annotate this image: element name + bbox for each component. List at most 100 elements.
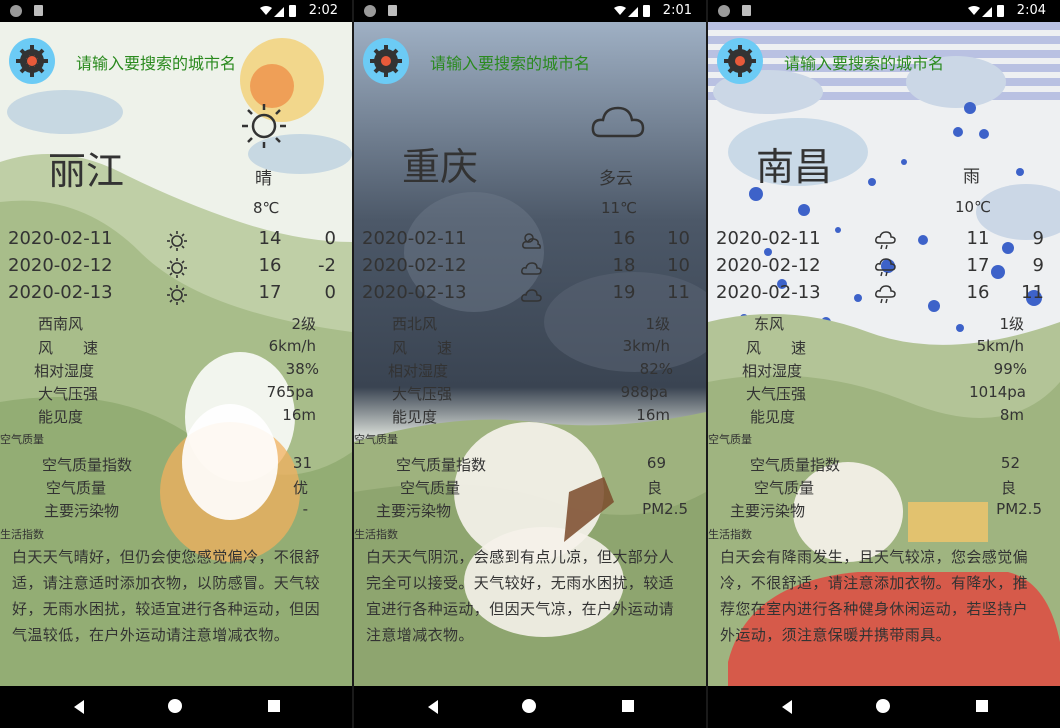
city-search-input[interactable]: 请输入要搜索的城市名 [76, 50, 236, 74]
sd-card-icon [388, 5, 397, 16]
wind-direction-label: 西南风 [38, 315, 84, 333]
recent-apps-icon[interactable] [268, 700, 280, 712]
humidity-value: 38% [285, 360, 319, 378]
air-quality-section-title: 空气质量 [354, 433, 398, 446]
recent-apps-icon[interactable] [976, 700, 988, 712]
city-name: 重庆 [402, 145, 479, 189]
aqi-value: 69 [646, 454, 666, 472]
navigation-bar [354, 686, 706, 728]
clock: 2:02 [308, 3, 338, 18]
sd-card-icon [742, 5, 751, 16]
settings-gear-button[interactable] [717, 38, 763, 84]
forecast-low: 10 [667, 228, 690, 249]
cloud-icon [521, 289, 542, 302]
current-temperature: 10℃ [955, 198, 991, 216]
life-index-section-title: 生活指数 [354, 528, 398, 541]
current-temperature: 8℃ [253, 199, 280, 217]
signal-wifi-battery-icon [614, 5, 650, 17]
city-name: 南昌 [756, 145, 833, 189]
back-icon[interactable] [74, 700, 84, 714]
notification-dot-icon [364, 5, 376, 17]
forecast-low: 0 [324, 228, 336, 249]
forecast-low: 9 [1032, 228, 1044, 249]
current-temperature: 11℃ [601, 199, 637, 217]
aqi-label: 空气质量指数 [42, 456, 133, 474]
air-quality-value: 良 [646, 479, 662, 497]
pressure-value: 765pa [266, 383, 314, 401]
forecast-date: 2020-02-13 [716, 282, 821, 303]
wind-speed-value: 3km/h [622, 337, 670, 355]
status-bar: 2:04 [708, 0, 1060, 22]
forecast-row: 2020-02-12 16 -2 [8, 255, 348, 281]
pressure-value: 1014pa [969, 383, 1026, 401]
sd-card-icon [34, 5, 43, 16]
wind-level-value: 1级 [645, 315, 670, 333]
pressure-value: 988pa [620, 383, 668, 401]
forecast-low: 0 [324, 282, 336, 303]
back-icon[interactable] [782, 700, 792, 714]
life-index-text: 白天会有降雨发生，且天气较凉，您会感觉偏冷，不很舒适，请注意添加衣物。有降水，推… [720, 548, 1029, 644]
air-quality-label: 空气质量 [400, 479, 461, 497]
gear-icon [16, 45, 48, 77]
wind-level-value: 1级 [999, 315, 1024, 333]
main-pollutant-value: PM2.5 [642, 500, 688, 518]
air-quality-label: 空气质量 [46, 479, 107, 497]
aqi-label: 空气质量指数 [396, 456, 487, 474]
phone-screen-chongqing: 2:01 请输入要搜索的城市名 重庆 多云 11℃ 2020-02-11 16 … [354, 0, 706, 728]
aqi-value: 31 [292, 454, 312, 472]
home-icon[interactable] [876, 699, 890, 713]
forecast-date: 2020-02-13 [8, 282, 113, 303]
forecast-low: 11 [667, 282, 690, 303]
wind-level-value: 2级 [291, 315, 316, 333]
visibility-label: 能见度 [38, 408, 84, 426]
status-bar: 2:02 [0, 0, 352, 22]
cloud-icon [591, 106, 645, 138]
wind-speed-label: 风 速 [392, 339, 453, 357]
visibility-value: 16m [636, 406, 670, 424]
wind-direction-label: 东风 [754, 315, 785, 333]
forecast-high: 14 [258, 228, 282, 249]
forecast-high: 16 [966, 282, 990, 303]
city-name: 丽江 [48, 149, 125, 193]
air-quality-section-title: 空气质量 [0, 433, 44, 446]
current-condition: 雨 [963, 167, 980, 187]
main-pollutant-value: PM2.5 [996, 500, 1042, 518]
settings-gear-button[interactable] [9, 38, 55, 84]
forecast-high: 19 [612, 282, 636, 303]
forecast-row: 2020-02-13 19 11 [362, 282, 702, 308]
life-index-text: 白天天气阴沉，会感到有点儿凉，但大部分人完全可以接受。天气较好，无雨水困扰，较适… [366, 548, 675, 644]
visibility-label: 能见度 [750, 408, 796, 426]
current-condition: 多云 [599, 169, 633, 189]
pressure-label: 大气压强 [38, 385, 99, 403]
forecast-row: 2020-02-11 14 0 [8, 228, 348, 254]
humidity-value: 99% [993, 360, 1027, 378]
home-icon[interactable] [168, 699, 182, 713]
gear-icon [370, 45, 402, 77]
forecast-high: 16 [612, 228, 636, 249]
city-search-input[interactable]: 请输入要搜索的城市名 [430, 50, 590, 74]
forecast-date: 2020-02-11 [8, 228, 113, 249]
rain-icon [875, 231, 896, 250]
forecast-date: 2020-02-13 [362, 282, 467, 303]
home-icon[interactable] [522, 699, 536, 713]
forecast-low: 11 [1021, 282, 1044, 303]
city-search-input[interactable]: 请输入要搜索的城市名 [784, 50, 944, 74]
gear-icon [724, 45, 756, 77]
visibility-value: 16m [282, 406, 316, 424]
forecast-row: 2020-02-12 18 10 [362, 255, 702, 281]
forecast-high: 11 [966, 228, 990, 249]
recent-apps-icon[interactable] [622, 700, 634, 712]
current-condition: 晴 [255, 169, 272, 189]
forecast-row: 2020-02-13 17 0 [8, 282, 348, 308]
forecast-row: 2020-02-11 16 10 [362, 228, 702, 254]
settings-gear-button[interactable] [363, 38, 409, 84]
wind-speed-value: 6km/h [268, 337, 316, 355]
sun-icon [167, 231, 187, 251]
back-icon[interactable] [428, 700, 438, 714]
wind-direction-label: 西北风 [392, 315, 438, 333]
main-pollutant-label: 主要污染物 [376, 502, 452, 520]
forecast-date: 2020-02-11 [362, 228, 467, 249]
forecast-date: 2020-02-12 [8, 255, 113, 276]
navigation-bar [0, 686, 352, 728]
forecast-date: 2020-02-12 [362, 255, 467, 276]
